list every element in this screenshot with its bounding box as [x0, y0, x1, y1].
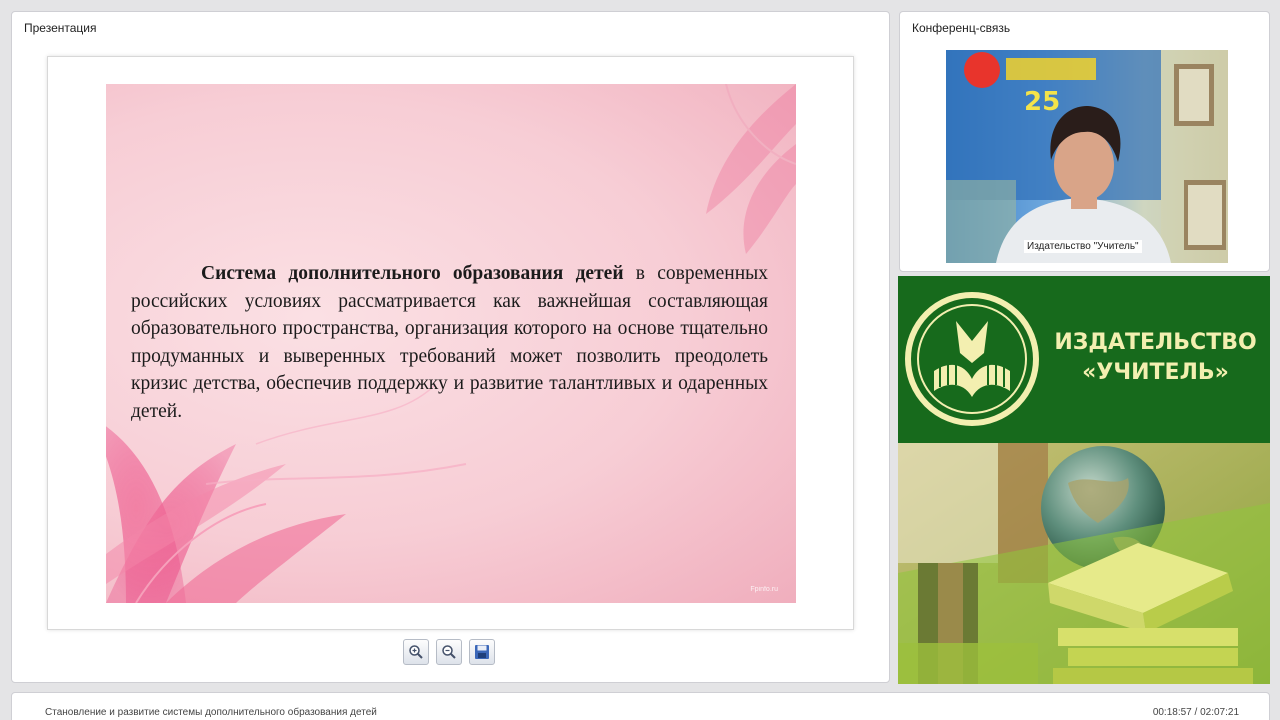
conference-panel-title: Конференц-связь: [912, 21, 1011, 35]
video-feed[interactable]: 25 Издательство "Учитель": [946, 50, 1228, 263]
books-globe-image: [898, 443, 1270, 684]
bottom-bar: Становление и развитие системы дополните…: [11, 692, 1270, 720]
conference-panel: Конференц-связь 25 Издательство "Учитель…: [899, 11, 1270, 272]
books-globe-illustration: [898, 443, 1270, 684]
lecture-title: Становление и развитие системы дополните…: [45, 707, 377, 718]
video-caption: Издательство "Учитель": [1024, 240, 1142, 253]
slide-text-bold: Система дополнительного образования дете…: [201, 263, 624, 284]
slide-text: Система дополнительного образования дете…: [131, 260, 768, 425]
slide-viewer[interactable]: Система дополнительного образования дете…: [47, 56, 854, 630]
presentation-panel: Презентация Система дополнительного обра…: [11, 11, 890, 683]
publisher-name-line2: «УЧИТЕЛЬ»: [1082, 360, 1229, 385]
svg-text:25: 25: [1024, 87, 1060, 117]
publisher-name: ИЗДАТЕЛЬСТВО «УЧИТЕЛЬ»: [1048, 328, 1263, 388]
slide: Система дополнительного образования дете…: [106, 84, 796, 603]
banner-header: ИЗДАТЕЛЬСТВО «УЧИТЕЛЬ»: [898, 276, 1270, 443]
save-button[interactable]: [469, 639, 495, 665]
presentation-panel-title: Презентация: [24, 21, 97, 35]
zoom-out-icon: [442, 645, 456, 659]
slide-text-body: в современных российских условиях рассма…: [131, 263, 768, 422]
zoom-in-button[interactable]: [403, 639, 429, 665]
publisher-name-line1: ИЗДАТЕЛЬСТВО: [1054, 330, 1257, 355]
publisher-logo-icon: [905, 292, 1039, 426]
zoom-out-button[interactable]: [436, 639, 462, 665]
publisher-banner: ИЗДАТЕЛЬСТВО «УЧИТЕЛЬ»: [898, 276, 1270, 684]
speaker-video-image: 25: [946, 50, 1228, 263]
zoom-in-icon: [409, 645, 423, 659]
playback-timer: 00:18:57 / 02:07:21: [1152, 707, 1239, 718]
slide-watermark: Fpinfo.ru: [750, 586, 778, 593]
save-icon: [475, 645, 489, 659]
